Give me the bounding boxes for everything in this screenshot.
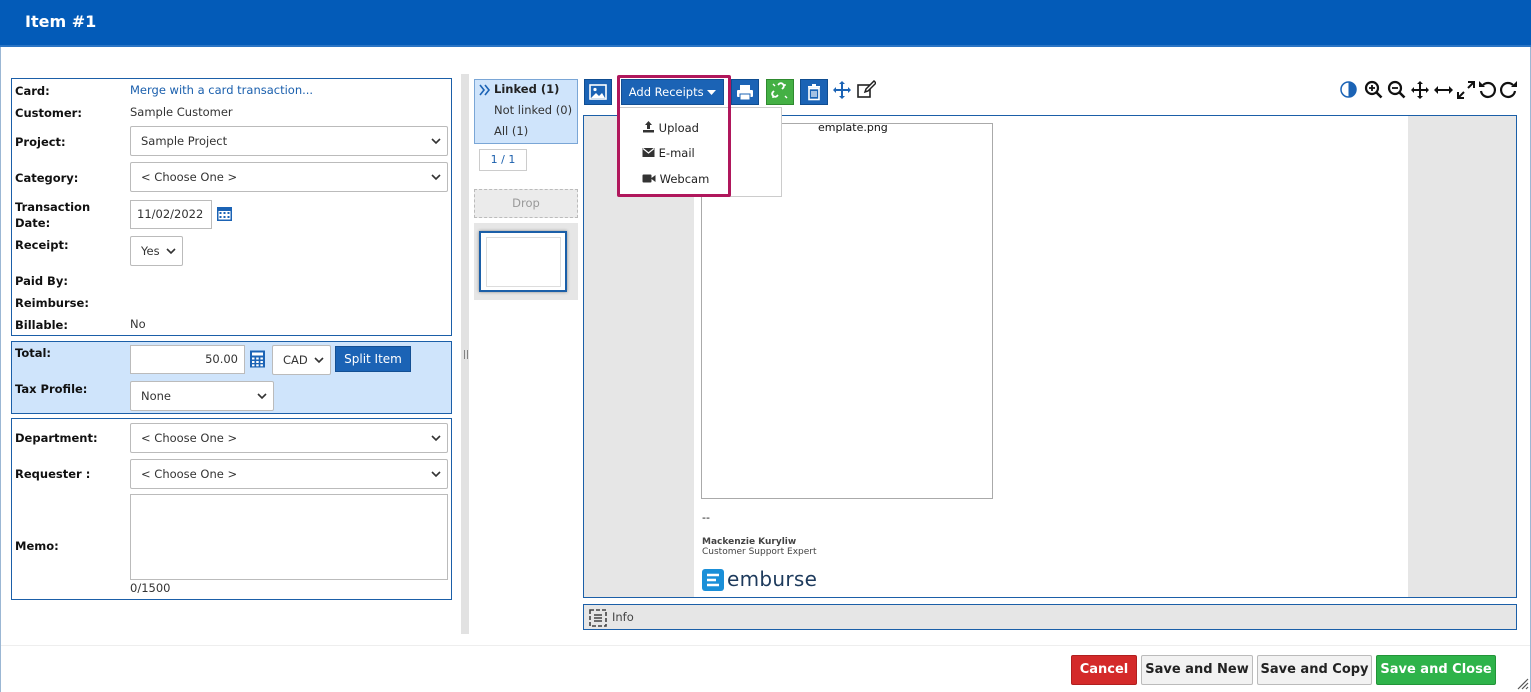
category-label: Category: — [15, 171, 79, 185]
double-chevron-right-icon[interactable] — [479, 84, 491, 96]
department-label: Department: — [15, 431, 98, 445]
transaction-date-label: Date: — [15, 216, 51, 230]
chevron-down-icon — [257, 393, 267, 400]
filter-not-linked[interactable]: Not linked (0) — [494, 103, 572, 117]
signature-dash: -- — [702, 511, 710, 524]
signature-title: Customer Support Expert — [702, 547, 817, 557]
receipt-select-value: Yes — [141, 244, 160, 258]
transaction-label: Transaction — [15, 200, 91, 214]
signature-name: Mackenzie Kuryliw — [702, 537, 797, 547]
save-and-new-button[interactable]: Save and New — [1141, 655, 1253, 685]
total-input[interactable]: 50.00 — [130, 345, 245, 374]
filter-linked[interactable]: Linked (1) — [494, 82, 559, 96]
receipt-filename: emplate.png — [818, 121, 888, 134]
save-and-close-button[interactable]: Save and Close — [1376, 655, 1496, 685]
annotation-highlight-box — [617, 75, 731, 197]
edit-icon[interactable] — [856, 80, 876, 100]
chevron-down-icon — [314, 357, 324, 364]
zoom-out-icon[interactable] — [1387, 80, 1406, 99]
resize-handle-icon[interactable] — [1515, 676, 1529, 690]
requester-select-value: < Choose One > — [141, 467, 238, 481]
tax-profile-label: Tax Profile: — [15, 382, 88, 396]
memo-label: Memo: — [15, 539, 59, 553]
billable-value: No — [130, 317, 146, 331]
info-bar[interactable]: Info — [583, 604, 1517, 630]
rotate-right-icon[interactable] — [1499, 80, 1518, 99]
project-select-value: Sample Project — [141, 134, 228, 148]
project-select[interactable]: Sample Project — [130, 126, 448, 156]
fit-width-icon[interactable] — [1433, 80, 1454, 100]
image-icon — [589, 84, 607, 100]
memo-textarea[interactable] — [130, 494, 448, 580]
move-icon[interactable] — [832, 80, 852, 100]
chevron-down-icon — [431, 138, 441, 145]
contrast-icon[interactable] — [1340, 81, 1357, 98]
printer-icon — [737, 85, 753, 101]
calendar-icon[interactable] — [216, 205, 233, 222]
card-label: Card: — [15, 84, 50, 98]
currency-select[interactable]: CAD — [272, 345, 331, 375]
department-select-value: < Choose One > — [141, 431, 238, 445]
merge-card-link[interactable]: Merge with a card transaction... — [130, 83, 313, 97]
delete-button[interactable] — [800, 79, 828, 105]
window-title: Item #1 — [25, 12, 97, 31]
project-label: Project: — [15, 135, 66, 149]
currency-select-value: CAD — [283, 353, 308, 367]
receipt-pager[interactable]: 1 / 1 — [479, 149, 527, 171]
chevron-down-icon — [431, 435, 441, 442]
print-button[interactable] — [731, 79, 759, 105]
cancel-button[interactable]: Cancel — [1071, 655, 1137, 685]
memo-char-count: 0/1500 — [130, 581, 171, 595]
receipt-page: emplate.png -- Mackenzie Kuryliw Custome… — [694, 116, 1408, 597]
splitter-grip: || — [463, 350, 470, 360]
receipt-label: Receipt: — [15, 238, 69, 252]
transaction-date-input[interactable]: 11/02/2022 — [130, 200, 212, 229]
info-icon — [589, 609, 607, 627]
pan-icon[interactable] — [1410, 80, 1430, 100]
emburse-logo-mark — [702, 569, 724, 591]
paid-by-label: Paid By: — [15, 274, 68, 288]
split-item-button[interactable]: Split Item — [335, 346, 411, 372]
total-label: Total: — [15, 346, 52, 360]
rotate-left-icon[interactable] — [1478, 80, 1497, 99]
title-bar: Item #1 — [0, 0, 1531, 47]
department-select[interactable]: < Choose One > — [130, 423, 448, 453]
tax-profile-select[interactable]: None — [130, 381, 274, 411]
chevron-down-icon — [431, 471, 441, 478]
reimburse-label: Reimburse: — [15, 296, 89, 310]
image-button[interactable] — [584, 79, 612, 105]
unlink-icon — [771, 82, 788, 99]
info-label: Info — [612, 610, 634, 624]
footer-divider — [1, 645, 1530, 646]
customer-value: Sample Customer — [130, 105, 233, 119]
receipt-select[interactable]: Yes — [130, 236, 183, 266]
customer-label: Customer: — [15, 106, 82, 120]
billable-label: Billable: — [15, 318, 68, 332]
requester-label: Requester : — [15, 467, 91, 481]
category-select[interactable]: < Choose One > — [130, 162, 448, 192]
receipt-thumbnail[interactable] — [479, 231, 567, 292]
drop-zone[interactable]: Drop — [474, 189, 578, 218]
calculator-icon[interactable] — [249, 350, 266, 368]
zoom-in-icon[interactable] — [1364, 80, 1383, 99]
chevron-down-icon — [431, 174, 441, 181]
tax-profile-select-value: None — [141, 389, 172, 403]
requester-select[interactable]: < Choose One > — [130, 459, 448, 489]
category-select-value: < Choose One > — [141, 170, 238, 184]
save-and-copy-button[interactable]: Save and Copy — [1257, 655, 1372, 685]
emburse-logo-text: emburse — [727, 567, 818, 591]
chevron-down-icon — [166, 248, 176, 255]
fullscreen-icon[interactable] — [1456, 80, 1476, 100]
trash-icon — [808, 84, 820, 101]
unlink-button[interactable] — [766, 79, 794, 105]
filter-all[interactable]: All (1) — [494, 124, 528, 138]
